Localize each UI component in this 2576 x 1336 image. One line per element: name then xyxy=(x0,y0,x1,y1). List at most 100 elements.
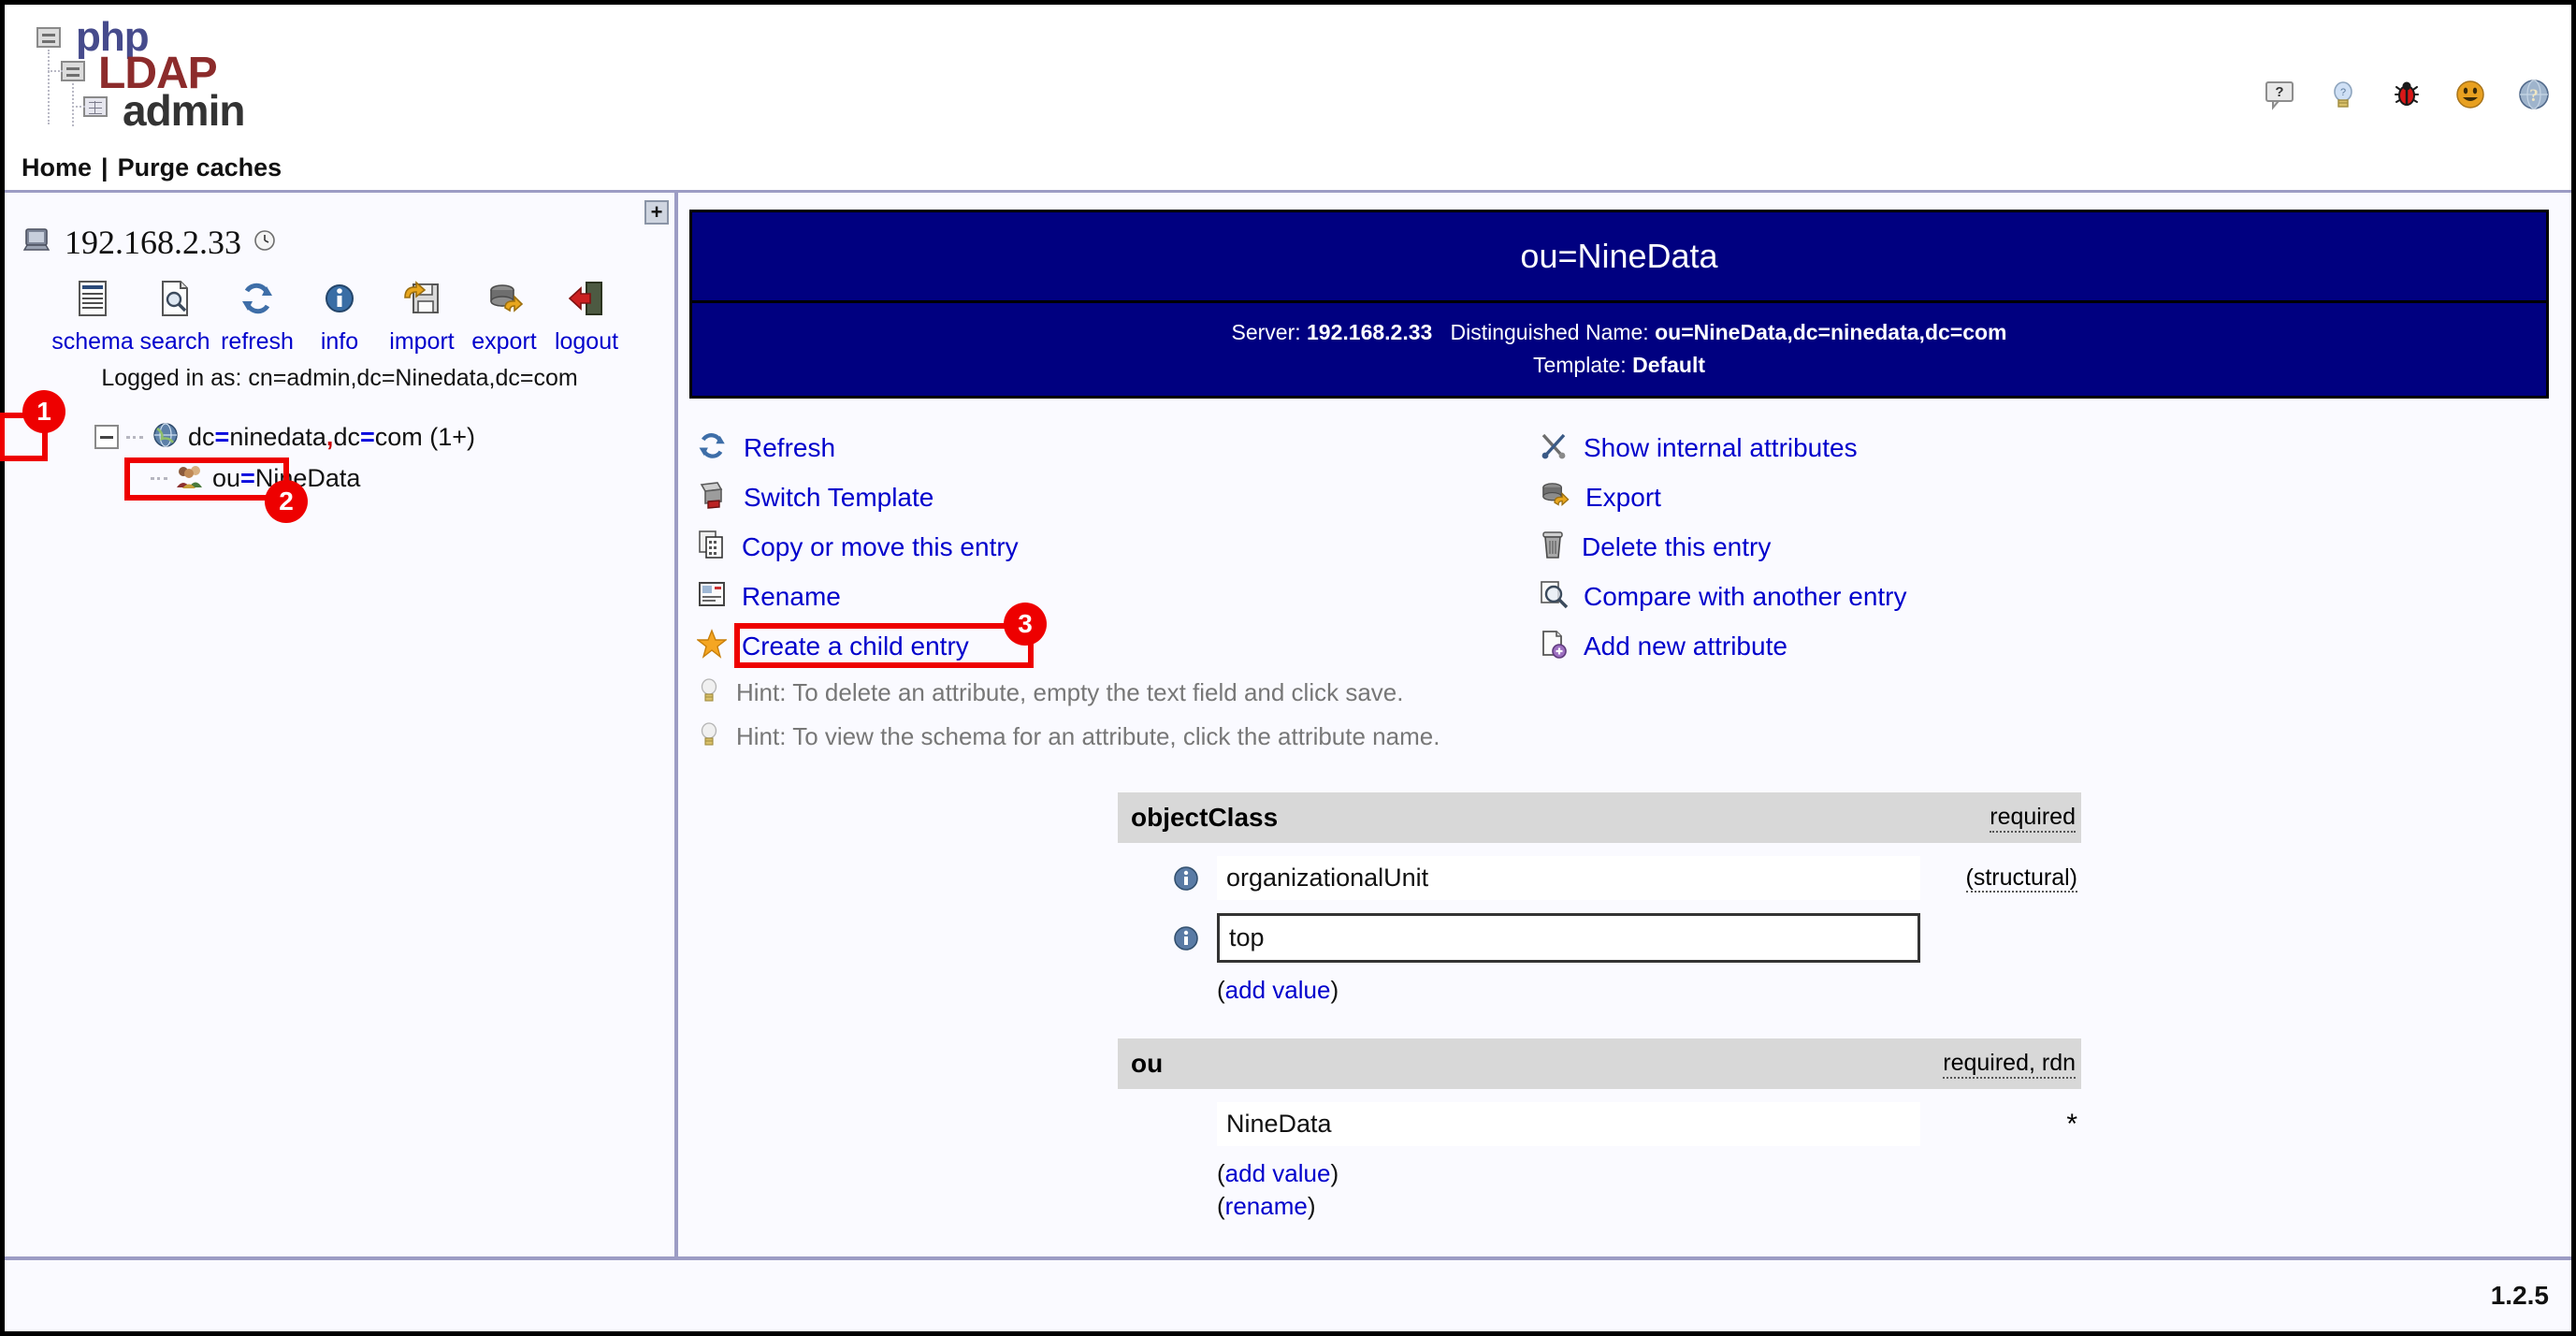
home-link[interactable]: Home xyxy=(22,153,92,182)
add-attribute-link[interactable]: Add new attribute xyxy=(1539,621,2381,671)
sidebar-item-search-label: search xyxy=(139,328,210,355)
logo-grid-icon xyxy=(83,96,108,117)
logo-node-icon-2 xyxy=(61,61,85,81)
attribute-row-organizationalunit: organizationalUnit (structural) xyxy=(1118,856,2081,900)
masthead: php LDAP admin ? ? ? xyxy=(5,5,2571,145)
rename-ou-link[interactable]: rename xyxy=(1225,1192,1308,1220)
sidebar-item-import[interactable]: import xyxy=(381,279,463,356)
compare-icon xyxy=(1539,579,1569,614)
sidebar-item-info[interactable]: info xyxy=(298,279,381,356)
logo-connector-4 xyxy=(72,106,85,108)
show-internal-attributes-label: Show internal attributes xyxy=(1584,432,1858,462)
create-child-entry-link[interactable]: Create a child entry 3 xyxy=(695,603,1539,671)
attribute-row-ou-value: NineData * xyxy=(1118,1102,2081,1147)
objectclass-subactions: (add value) xyxy=(1217,976,1339,1004)
logo-connector-2 xyxy=(72,83,74,126)
logo-text-admin: admin xyxy=(123,86,245,135)
svg-text:?: ? xyxy=(2529,86,2539,106)
sidebar-item-search[interactable]: search xyxy=(134,279,216,356)
attribute-flags-objectclass: required xyxy=(1990,804,2076,833)
logo-connector-3 xyxy=(48,70,63,72)
purge-caches-link[interactable]: Purge caches xyxy=(118,153,282,182)
attribute-value-organizationalunit: organizationalUnit xyxy=(1217,856,1920,900)
rename-link[interactable]: Rename xyxy=(697,572,1539,621)
refresh-link[interactable]: Refresh xyxy=(697,423,1539,472)
attribute-input-top[interactable] xyxy=(1217,913,1920,963)
sidebar: + 192.168.2.33 schema search refresh inf… xyxy=(0,193,678,1259)
attribute-area: objectClass required organizationalUnit xyxy=(678,792,2571,1310)
star-icon xyxy=(695,629,729,663)
dn-label: Distinguished Name: xyxy=(1450,320,1649,344)
hint-text-2: Hint: To view the schema for an attribut… xyxy=(736,722,1440,750)
attribute-row-top xyxy=(1118,913,2081,963)
people-group-icon xyxy=(175,462,205,495)
tree-node-ou-ninedata[interactable]: ou=NineData xyxy=(212,464,360,493)
expand-panel-button[interactable]: + xyxy=(644,200,669,225)
sidebar-item-refresh[interactable]: refresh xyxy=(216,279,298,356)
refresh-link-label: Refresh xyxy=(744,432,836,462)
svg-text:?: ? xyxy=(2340,87,2346,98)
server-host-label[interactable]: 192.168.2.33 xyxy=(65,223,241,262)
entry-panel: ou=NineData Server: 192.168.2.33 Disting… xyxy=(678,193,2571,1310)
attribute-name-ou[interactable]: ou xyxy=(1131,1049,1163,1079)
create-child-entry-label: Create a child entry xyxy=(742,631,969,661)
switch-template-link-label: Switch Template xyxy=(744,482,934,512)
server-row: 192.168.2.33 xyxy=(5,193,674,262)
tree-connector xyxy=(126,435,143,439)
entry-actions-right: Show internal attributes Export Delete t… xyxy=(1539,423,2381,671)
breadcrumb-separator: | xyxy=(101,152,109,182)
lightbulb-icon xyxy=(697,676,721,709)
tree-row-child: ou=NineData xyxy=(94,457,674,499)
compare-entry-link[interactable]: Compare with another entry xyxy=(1539,572,2381,621)
phpldapadmin-window: php LDAP admin ? ? ? Home | Purge caches… xyxy=(0,0,2576,1336)
help-globe-icon[interactable]: ? xyxy=(2517,78,2551,111)
attribute-block-objectclass: objectClass required organizationalUnit xyxy=(1118,792,2081,1007)
add-value-ou-link[interactable]: add value xyxy=(1225,1159,1331,1187)
sidebar-item-export-label: export xyxy=(471,328,537,355)
tree-collapse-toggle[interactable] xyxy=(94,425,119,449)
delete-entry-link[interactable]: Delete this entry xyxy=(1539,522,2381,572)
computer-icon xyxy=(22,225,53,261)
hint-text-1: Hint: To delete an attribute, empty the … xyxy=(736,678,1404,706)
annotation-box-1 xyxy=(0,413,48,461)
add-attribute-label: Add new attribute xyxy=(1584,631,1787,661)
entry-header: ou=NineData Server: 192.168.2.33 Disting… xyxy=(689,210,2549,399)
breadcrumb: Home | Purge caches xyxy=(5,145,2571,193)
sidebar-item-schema[interactable]: schema xyxy=(51,279,134,356)
switch-template-link[interactable]: Switch Template xyxy=(697,472,1539,522)
attribute-name-objectclass[interactable]: objectClass xyxy=(1131,803,1278,833)
search-icon xyxy=(156,279,194,323)
delete-entry-label: Delete this entry xyxy=(1582,531,1772,561)
tree-node-root[interactable]: dc=ninedata,dc=com (1+) xyxy=(188,423,475,452)
show-internal-attributes-link[interactable]: Show internal attributes xyxy=(1539,423,2381,472)
copy-move-link-label: Copy or move this entry xyxy=(742,531,1019,561)
entry-actions-left: Refresh Switch Template Copy or move thi… xyxy=(695,423,1539,671)
ldap-tree: dc=ninedata,dc=com (1+) ou=NineData 1 2 xyxy=(0,390,674,523)
info-icon[interactable] xyxy=(1172,864,1200,893)
annotation-badge-1: 1 xyxy=(22,390,65,433)
header-icon-bar: ? ? ? xyxy=(2263,78,2551,111)
add-value-objectclass-link[interactable]: add value xyxy=(1225,976,1331,1004)
version-label: 1.2.5 xyxy=(2490,1281,2549,1310)
import-icon xyxy=(402,279,441,323)
copy-move-link[interactable]: Copy or move this entry xyxy=(697,522,1539,572)
export-link[interactable]: Export xyxy=(1539,472,2381,522)
sidebar-item-export[interactable]: export xyxy=(463,279,545,356)
question-balloon-icon[interactable]: ? xyxy=(2263,78,2296,111)
bug-icon[interactable] xyxy=(2390,78,2424,111)
sidebar-item-logout[interactable]: logout xyxy=(545,279,628,356)
export-icon xyxy=(485,279,524,323)
attribute-header-ou: ou required, rdn xyxy=(1118,1038,2081,1090)
attribute-flags-ou: required, rdn xyxy=(1943,1050,2076,1079)
sidebar-item-schema-label: schema xyxy=(51,328,134,355)
lightbulb-icon[interactable]: ? xyxy=(2326,78,2360,111)
server-value: 192.168.2.33 xyxy=(1307,320,1433,344)
logo-node-icon-1 xyxy=(36,27,61,48)
attribute-suffix-structural: (structural) xyxy=(1965,864,2077,893)
smiley-icon[interactable] xyxy=(2453,78,2487,111)
add-attribute-icon xyxy=(1539,629,1569,663)
phpldapadmin-logo: php LDAP admin xyxy=(22,12,246,135)
info-icon[interactable] xyxy=(1172,924,1200,952)
globe-icon xyxy=(151,420,181,455)
attribute-header-objectclass: objectClass required xyxy=(1118,792,2081,843)
